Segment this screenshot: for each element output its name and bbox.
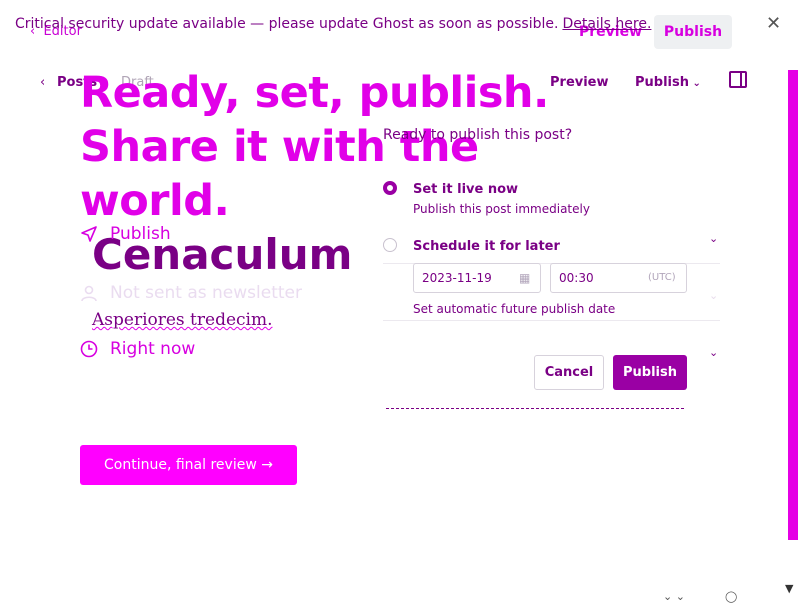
chevron-down-icon: ⌄	[689, 78, 701, 89]
nav-publish-label: Publish	[635, 75, 689, 90]
option-set-live-title[interactable]: Set it live now	[413, 182, 518, 197]
headline-line-1: Ready, set, publish.	[80, 68, 549, 118]
user-icon	[81, 285, 97, 302]
chevron-down-icon[interactable]: ⌄	[709, 289, 718, 302]
radio-schedule-later[interactable]	[383, 238, 397, 252]
chevron-down-icon[interactable]: ⌄	[709, 346, 718, 359]
publish-button[interactable]: Publish	[613, 355, 687, 390]
option-set-live-description: Publish this post immediately	[413, 202, 590, 216]
radio-set-live-now[interactable]	[383, 181, 397, 195]
option-audience-label: Not sent as newsletter	[110, 283, 302, 303]
post-excerpt: Asperiores tredecim.	[92, 310, 273, 330]
chevron-down-icon[interactable]: ⌄	[709, 232, 718, 245]
option-audience[interactable]: Not sent as newsletter	[80, 283, 302, 303]
cancel-button[interactable]: Cancel	[534, 355, 604, 390]
publish-question: Ready to publish this post?	[383, 127, 573, 143]
option-publish-label: Publish	[110, 224, 171, 244]
close-icon[interactable]: ✕	[766, 13, 781, 34]
option-schedule-title[interactable]: Schedule it for later	[413, 239, 560, 254]
topbar-publish-button[interactable]: Publish	[654, 15, 732, 49]
chevron-left-icon[interactable]: ‹	[40, 75, 45, 90]
continue-final-review-button[interactable]: Continue, final review →	[80, 445, 297, 485]
nav-publish-button[interactable]: Publish ⌄	[635, 75, 701, 90]
send-icon	[81, 226, 97, 242]
scrollbar-thumb[interactable]	[788, 70, 798, 540]
help-icon[interactable]: ◯	[725, 590, 737, 603]
sidebar-toggle-icon[interactable]	[729, 71, 747, 88]
divider	[386, 408, 684, 409]
schedule-hint: Set automatic future publish date	[413, 302, 616, 316]
banner-text: Critical security update available — ple…	[15, 16, 559, 32]
clock-icon	[80, 340, 98, 358]
calendar-icon[interactable]: ▦	[519, 271, 530, 285]
banner-details-link[interactable]: Details here.	[562, 16, 651, 32]
timezone-label: (UTC)	[648, 272, 676, 283]
option-publish-type[interactable]: Publish	[80, 224, 171, 244]
banner-message: Critical security update available — ple…	[15, 16, 651, 32]
option-publish-time[interactable]: Right now	[80, 339, 195, 359]
scroll-down-arrow-icon[interactable]: ▼	[785, 582, 793, 595]
footer-fragment: ⌄ ⌄	[663, 590, 685, 603]
divider	[383, 320, 720, 321]
option-time-label: Right now	[110, 339, 196, 359]
